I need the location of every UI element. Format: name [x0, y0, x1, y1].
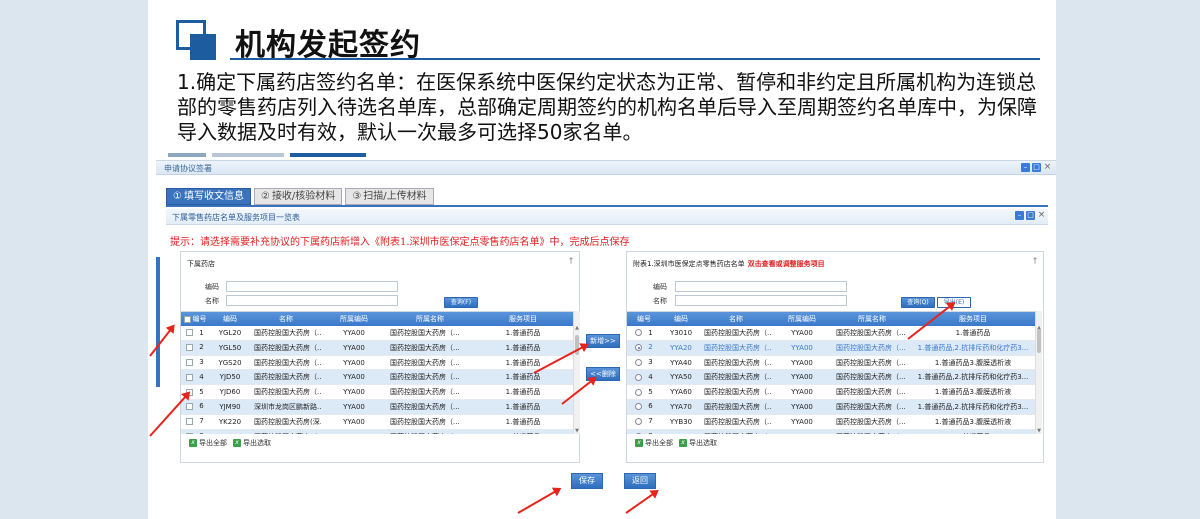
query-button[interactable]: 查询(F) [444, 297, 478, 308]
row-checkbox[interactable] [186, 432, 194, 434]
row-radio[interactable] [635, 344, 643, 352]
code-label: 编码 [205, 283, 219, 291]
row-radio[interactable] [635, 388, 643, 396]
close-icon[interactable]: × [1037, 211, 1046, 220]
code-label: 编码 [653, 283, 667, 291]
table-row[interactable]: 5 YYA60 国药控股国大药房（... YYA00 国药控股国大药房（... 1.普通药… [627, 385, 1035, 400]
left-panel-title: 下属药店 [187, 260, 215, 268]
code-input[interactable] [226, 281, 398, 292]
left-panel: 下属药店 † 编码 名称 查询(F) 编号 编码 名称 所属编码 所属名称 服务… [180, 251, 580, 463]
window-title: 申请协议签署 [164, 164, 212, 173]
right-panel-title: 附表1.深圳市医保定点零售药店名单 双击查看或调整服务项目 [633, 260, 825, 268]
minimize-icon[interactable]: – [1015, 211, 1024, 220]
right-table: 编号 编码 名称 所属编码 所属名称 服务项目 1 Y3010 国药控股国大药房（.… [627, 311, 1035, 434]
right-footer: x 导出全部 x 导出选取 [635, 438, 717, 448]
row-radio[interactable] [635, 403, 643, 411]
name-label: 名称 [653, 297, 667, 305]
row-radio[interactable] [635, 358, 643, 366]
window-header: 申请协议签署 – □ × [156, 161, 1056, 175]
export-all-link[interactable]: x 导出全部 [635, 438, 673, 448]
back-button[interactable]: 返回 [624, 473, 656, 489]
right-scrollbar[interactable]: ▲ ▼ [1035, 311, 1042, 434]
close-icon[interactable]: × [1043, 163, 1052, 172]
excel-icon: x [233, 439, 241, 447]
table-row[interactable]: 6 YJM90 深圳市龙岗区鹏新路... YYA00 国药控股国大药房（... 1.普通药… [181, 399, 573, 415]
row-checkbox[interactable] [186, 403, 194, 411]
pin-icon[interactable]: † [569, 256, 573, 265]
row-checkbox[interactable] [186, 329, 194, 337]
name-input[interactable] [675, 295, 847, 306]
left-table: 编号 编码 名称 所属编码 所属名称 服务项目 1 YGL20 国药控股国大药房（.… [181, 311, 573, 434]
table-header: 编号 编码 名称 所属编码 所属名称 服务项目 [627, 312, 1035, 326]
row-radio[interactable] [635, 373, 643, 381]
right-panel: 附表1.深圳市医保定点零售药店名单 双击查看或调整服务项目 † 编码 名称 查询(… [626, 251, 1044, 463]
table-row[interactable]: 1 YGL20 国药控股国大药房（... YYA00 国药控股国大药房（... 1.普通药… [181, 326, 573, 341]
code-input[interactable] [675, 281, 847, 292]
tab-step-2[interactable]: ② 接收/核验材料 [253, 188, 343, 205]
select-all-checkbox[interactable] [183, 315, 191, 323]
row-checkbox[interactable] [186, 358, 194, 366]
add-button[interactable]: 新增>> [586, 334, 620, 348]
table-row[interactable]: 8YK260国药控股国大药房（...YYA00国药控股国大药房（...1.普通药… [181, 429, 573, 434]
slide-description: 1.确定下属药店签约名单：在医保系统中医保约定状态为正常、暂停和非约定且所属机构… [177, 70, 1037, 144]
section-controls: – □ × [1015, 211, 1046, 220]
pin-icon[interactable]: † [1033, 256, 1037, 265]
top-tab-strip [168, 153, 1048, 158]
table-row[interactable]: 5 YJD60 国药控股国大药房（... YYA00 国药控股国大药房（... 1.普通药… [181, 385, 573, 400]
row-radio[interactable] [635, 329, 643, 337]
tab-step-1[interactable]: ① 填写收文信息 [166, 188, 251, 205]
row-radio[interactable] [635, 418, 643, 426]
tab-step-3[interactable]: ③ 扫描/上传材料 [345, 188, 434, 205]
export-selected-link[interactable]: x 导出选取 [233, 438, 271, 448]
save-button[interactable]: 保存 [571, 473, 603, 489]
query-button[interactable]: 查询(Q) [901, 297, 935, 308]
left-footer: x 导出全部 x 导出选取 [189, 438, 271, 448]
row-checkbox[interactable] [186, 344, 194, 352]
table-row[interactable]: 2 YGL50 国药控股国大药房（... YYA00 国药控股国大药房（... 1.普通药… [181, 340, 573, 356]
maximize-icon[interactable]: □ [1032, 163, 1041, 172]
left-edge-bar [156, 257, 160, 387]
excel-icon: x [189, 439, 197, 447]
step-underline [166, 205, 1048, 207]
name-input[interactable] [226, 295, 398, 306]
export-all-link[interactable]: x 导出全部 [189, 438, 227, 448]
hint-text: 提示：请选择需要补充协议的下属药店新增入《附表1.深圳市医保定点零售药店名单》中… [170, 237, 630, 248]
window-controls: – □ × [1021, 163, 1052, 172]
table-row[interactable]: 7 YK220 国药控股国大药房(深... YYA00 国药控股国大药房（... 1.普通… [181, 415, 573, 430]
step-tabs: ① 填写收文信息 ② 接收/核验材料 ③ 扫描/上传材料 [166, 188, 434, 205]
name-label: 名称 [205, 297, 219, 305]
excel-icon: x [679, 439, 687, 447]
left-scrollbar[interactable]: ▲ ▼ [573, 311, 580, 434]
row-radio[interactable] [635, 432, 643, 434]
excel-icon: x [635, 439, 643, 447]
table-row[interactable]: 7 YYB30 国药控股国大药房（... YYA00 国药控股国大药房（... 1.普通药… [627, 415, 1035, 430]
export-selected-link[interactable]: x 导出选取 [679, 438, 717, 448]
row-checkbox[interactable] [186, 373, 194, 381]
maximize-icon[interactable]: □ [1026, 211, 1035, 220]
table-row[interactable]: 2 YYA20 国药控股国大药房（... YYA00 国药控股国大药房（... 1.普通药… [627, 340, 1035, 356]
table-row[interactable]: 1 Y3010 国药控股国大药房（... YYA00 国药控股国大药房（... 1.普通药… [627, 326, 1035, 341]
table-row[interactable]: 6 YYA70 国药控股国大药房（... YYA00 国药控股国大药房（... 1.普通药… [627, 399, 1035, 415]
slide: 机构发起签约 1.确定下属药店签约名单：在医保系统中医保约定状态为正常、暂停和非… [148, 0, 1056, 519]
row-checkbox[interactable] [186, 418, 194, 426]
section-header: 下属零售药店名单及服务项目一览表 – □ × [166, 209, 1048, 225]
table-row[interactable]: 4 YYA50 国药控股国大药房（... YYA00 国药控股国大药房（... 1.普通药… [627, 370, 1035, 386]
table-row[interactable]: 8YYB20国药控股国大药房（...YYA00国药控股国大药房（...1.普通药… [627, 429, 1035, 434]
table-row[interactable]: 3 YGS20 国药控股国大药房（... YYA00 国药控股国大药房（... 1.普通药… [181, 356, 573, 371]
table-header: 编号 编码 名称 所属编码 所属名称 服务项目 [181, 312, 573, 326]
minimize-icon[interactable]: – [1021, 163, 1030, 172]
logo-square-icon [176, 20, 216, 60]
table-row[interactable]: 3 YYA40 国药控股国大药房（... YYA00 国药控股国大药房（... 1.普通药… [627, 356, 1035, 371]
section-title: 下属零售药店名单及服务项目一览表 [172, 213, 300, 222]
app-window: 申请协议签署 – □ × ① 填写收文信息 ② 接收/核验材料 ③ 扫描/上传材料 下… [156, 160, 1056, 519]
table-row[interactable]: 4 YJD50 国药控股国大药房（... YYA00 国药控股国大药房（... 1.普通药… [181, 370, 573, 386]
title-divider [230, 58, 1040, 60]
